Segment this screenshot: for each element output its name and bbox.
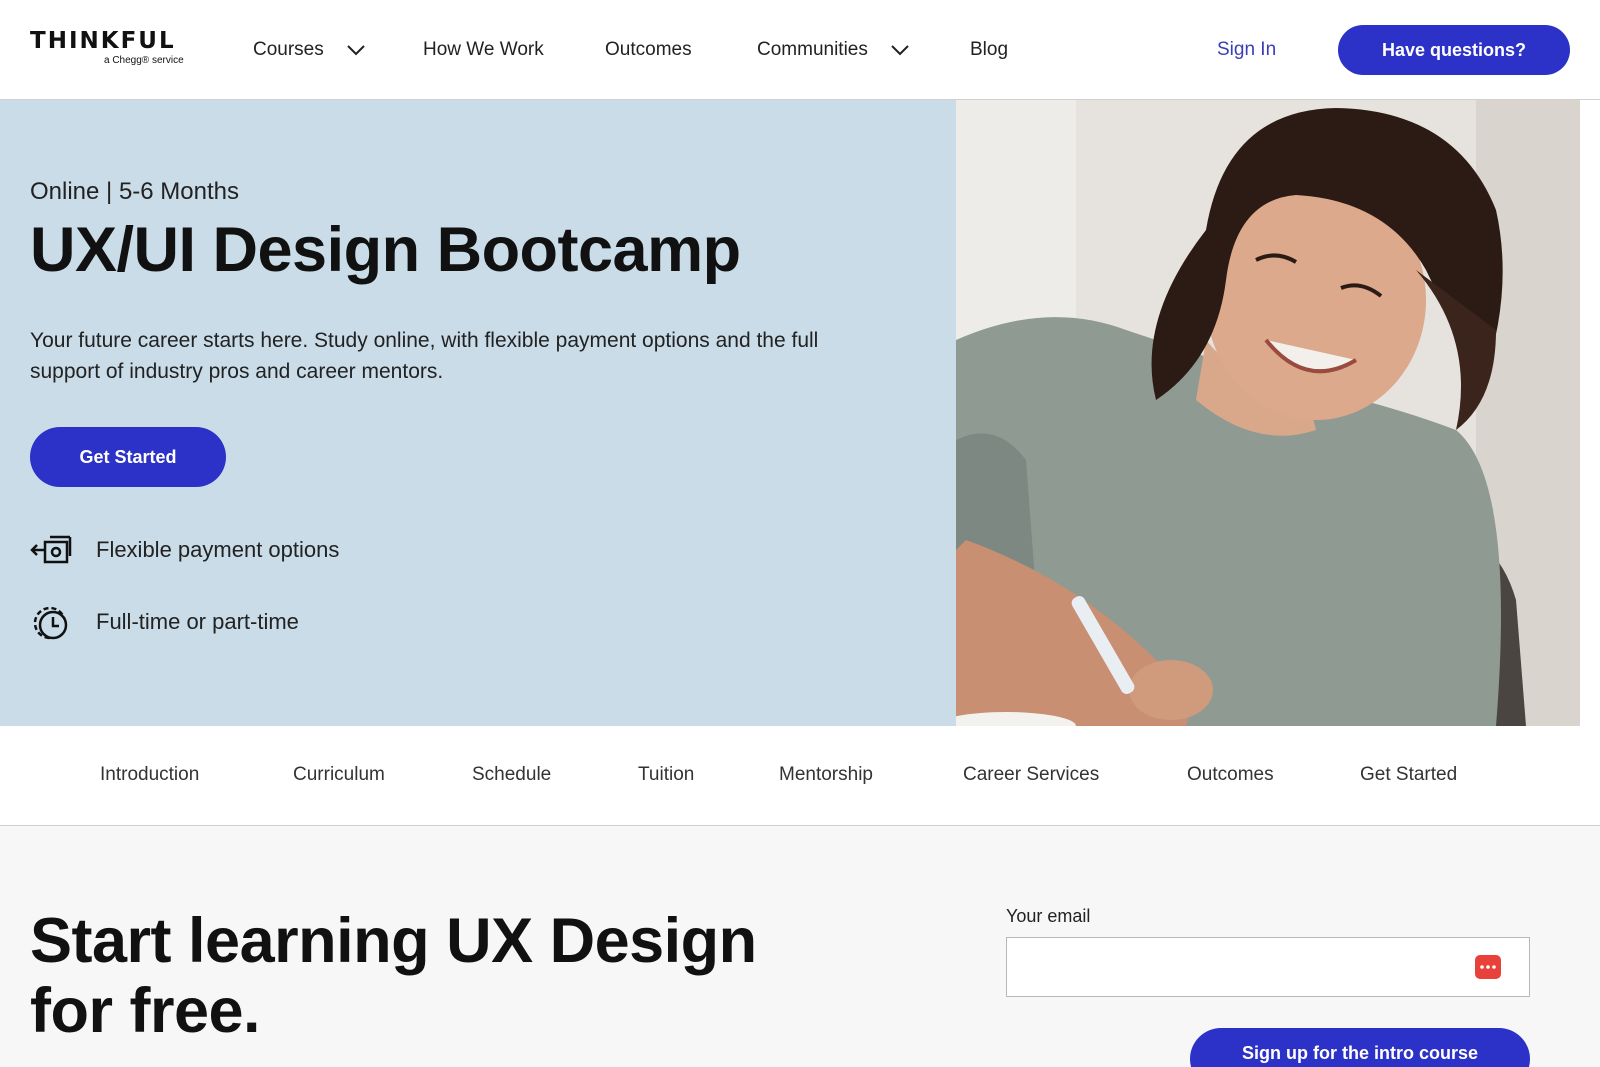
chevron-down-icon xyxy=(347,45,365,56)
hero-content: Online | 5-6 Months UX/UI Design Bootcam… xyxy=(0,100,956,726)
chevron-down-icon xyxy=(891,45,909,56)
sign-in-link[interactable]: Sign In xyxy=(1217,37,1276,63)
logo-wordmark: THINKFUL xyxy=(30,28,176,54)
page-title: UX/UI Design Bootcamp xyxy=(30,215,741,285)
section-subnav: Introduction Curriculum Schedule Tuition… xyxy=(0,726,1600,826)
payment-icon xyxy=(30,535,72,564)
subnav-career-services[interactable]: Career Services xyxy=(963,764,1099,786)
subnav-introduction[interactable]: Introduction xyxy=(100,764,199,786)
subnav-outcomes[interactable]: Outcomes xyxy=(1187,764,1274,786)
course-duration: 5-6 Months xyxy=(118,178,240,205)
hero-photo xyxy=(956,100,1580,726)
course-meta: Online | 5-6 Months xyxy=(30,178,239,206)
meta-separator: | xyxy=(106,178,113,205)
email-label: Your email xyxy=(1006,906,1091,926)
email-input[interactable] xyxy=(1006,937,1530,997)
feature-schedule-text: Full-time or part-time xyxy=(96,609,299,634)
subnav-mentorship[interactable]: Mentorship xyxy=(779,764,873,786)
signup-title: Start learning UX Design for free. xyxy=(30,906,757,1046)
course-mode: Online xyxy=(30,178,100,205)
feature-payment-text: Flexible payment options xyxy=(96,537,340,562)
site-header: THINKFUL a Chegg® service Courses How We… xyxy=(0,0,1600,100)
signup-section: Start learning UX Design for free. Your … xyxy=(0,826,1600,1067)
nav-communities-label: Communities xyxy=(757,39,868,60)
nav-blog-label: Blog xyxy=(970,39,1009,60)
nav-how-we-work[interactable]: How We Work xyxy=(423,37,544,63)
nav-blog[interactable]: Blog xyxy=(970,37,1008,63)
get-started-button[interactable]: Get Started xyxy=(30,427,226,487)
nav-outcomes[interactable]: Outcomes xyxy=(605,37,692,63)
feature-schedule: Full-time or part-time xyxy=(30,602,299,642)
password-manager-icon[interactable] xyxy=(1475,955,1501,979)
feature-payment: Flexible payment options xyxy=(30,530,339,570)
signup-intro-course-button[interactable]: Sign up for the intro course xyxy=(1190,1028,1530,1067)
subnav-schedule[interactable]: Schedule xyxy=(472,764,551,786)
nav-courses[interactable]: Courses xyxy=(253,37,366,63)
subnav-tuition[interactable]: Tuition xyxy=(638,764,694,786)
hero-description: Your future career starts here. Study on… xyxy=(30,329,819,383)
thinkful-logo[interactable]: THINKFUL a Chegg® service xyxy=(30,28,195,72)
logo-tagline: a Chegg® service xyxy=(104,55,184,66)
woman-writing-photo xyxy=(956,100,1580,726)
clock-icon xyxy=(33,606,68,640)
subnav-curriculum[interactable]: Curriculum xyxy=(293,764,385,786)
nav-how-we-work-label: How We Work xyxy=(423,39,544,60)
nav-courses-label: Courses xyxy=(253,39,324,60)
have-questions-button[interactable]: Have questions? xyxy=(1338,25,1570,75)
nav-outcomes-label: Outcomes xyxy=(605,39,692,60)
hero-section: Online | 5-6 Months UX/UI Design Bootcam… xyxy=(0,100,1600,726)
nav-communities[interactable]: Communities xyxy=(757,37,910,63)
subnav-get-started[interactable]: Get Started xyxy=(1360,764,1457,786)
